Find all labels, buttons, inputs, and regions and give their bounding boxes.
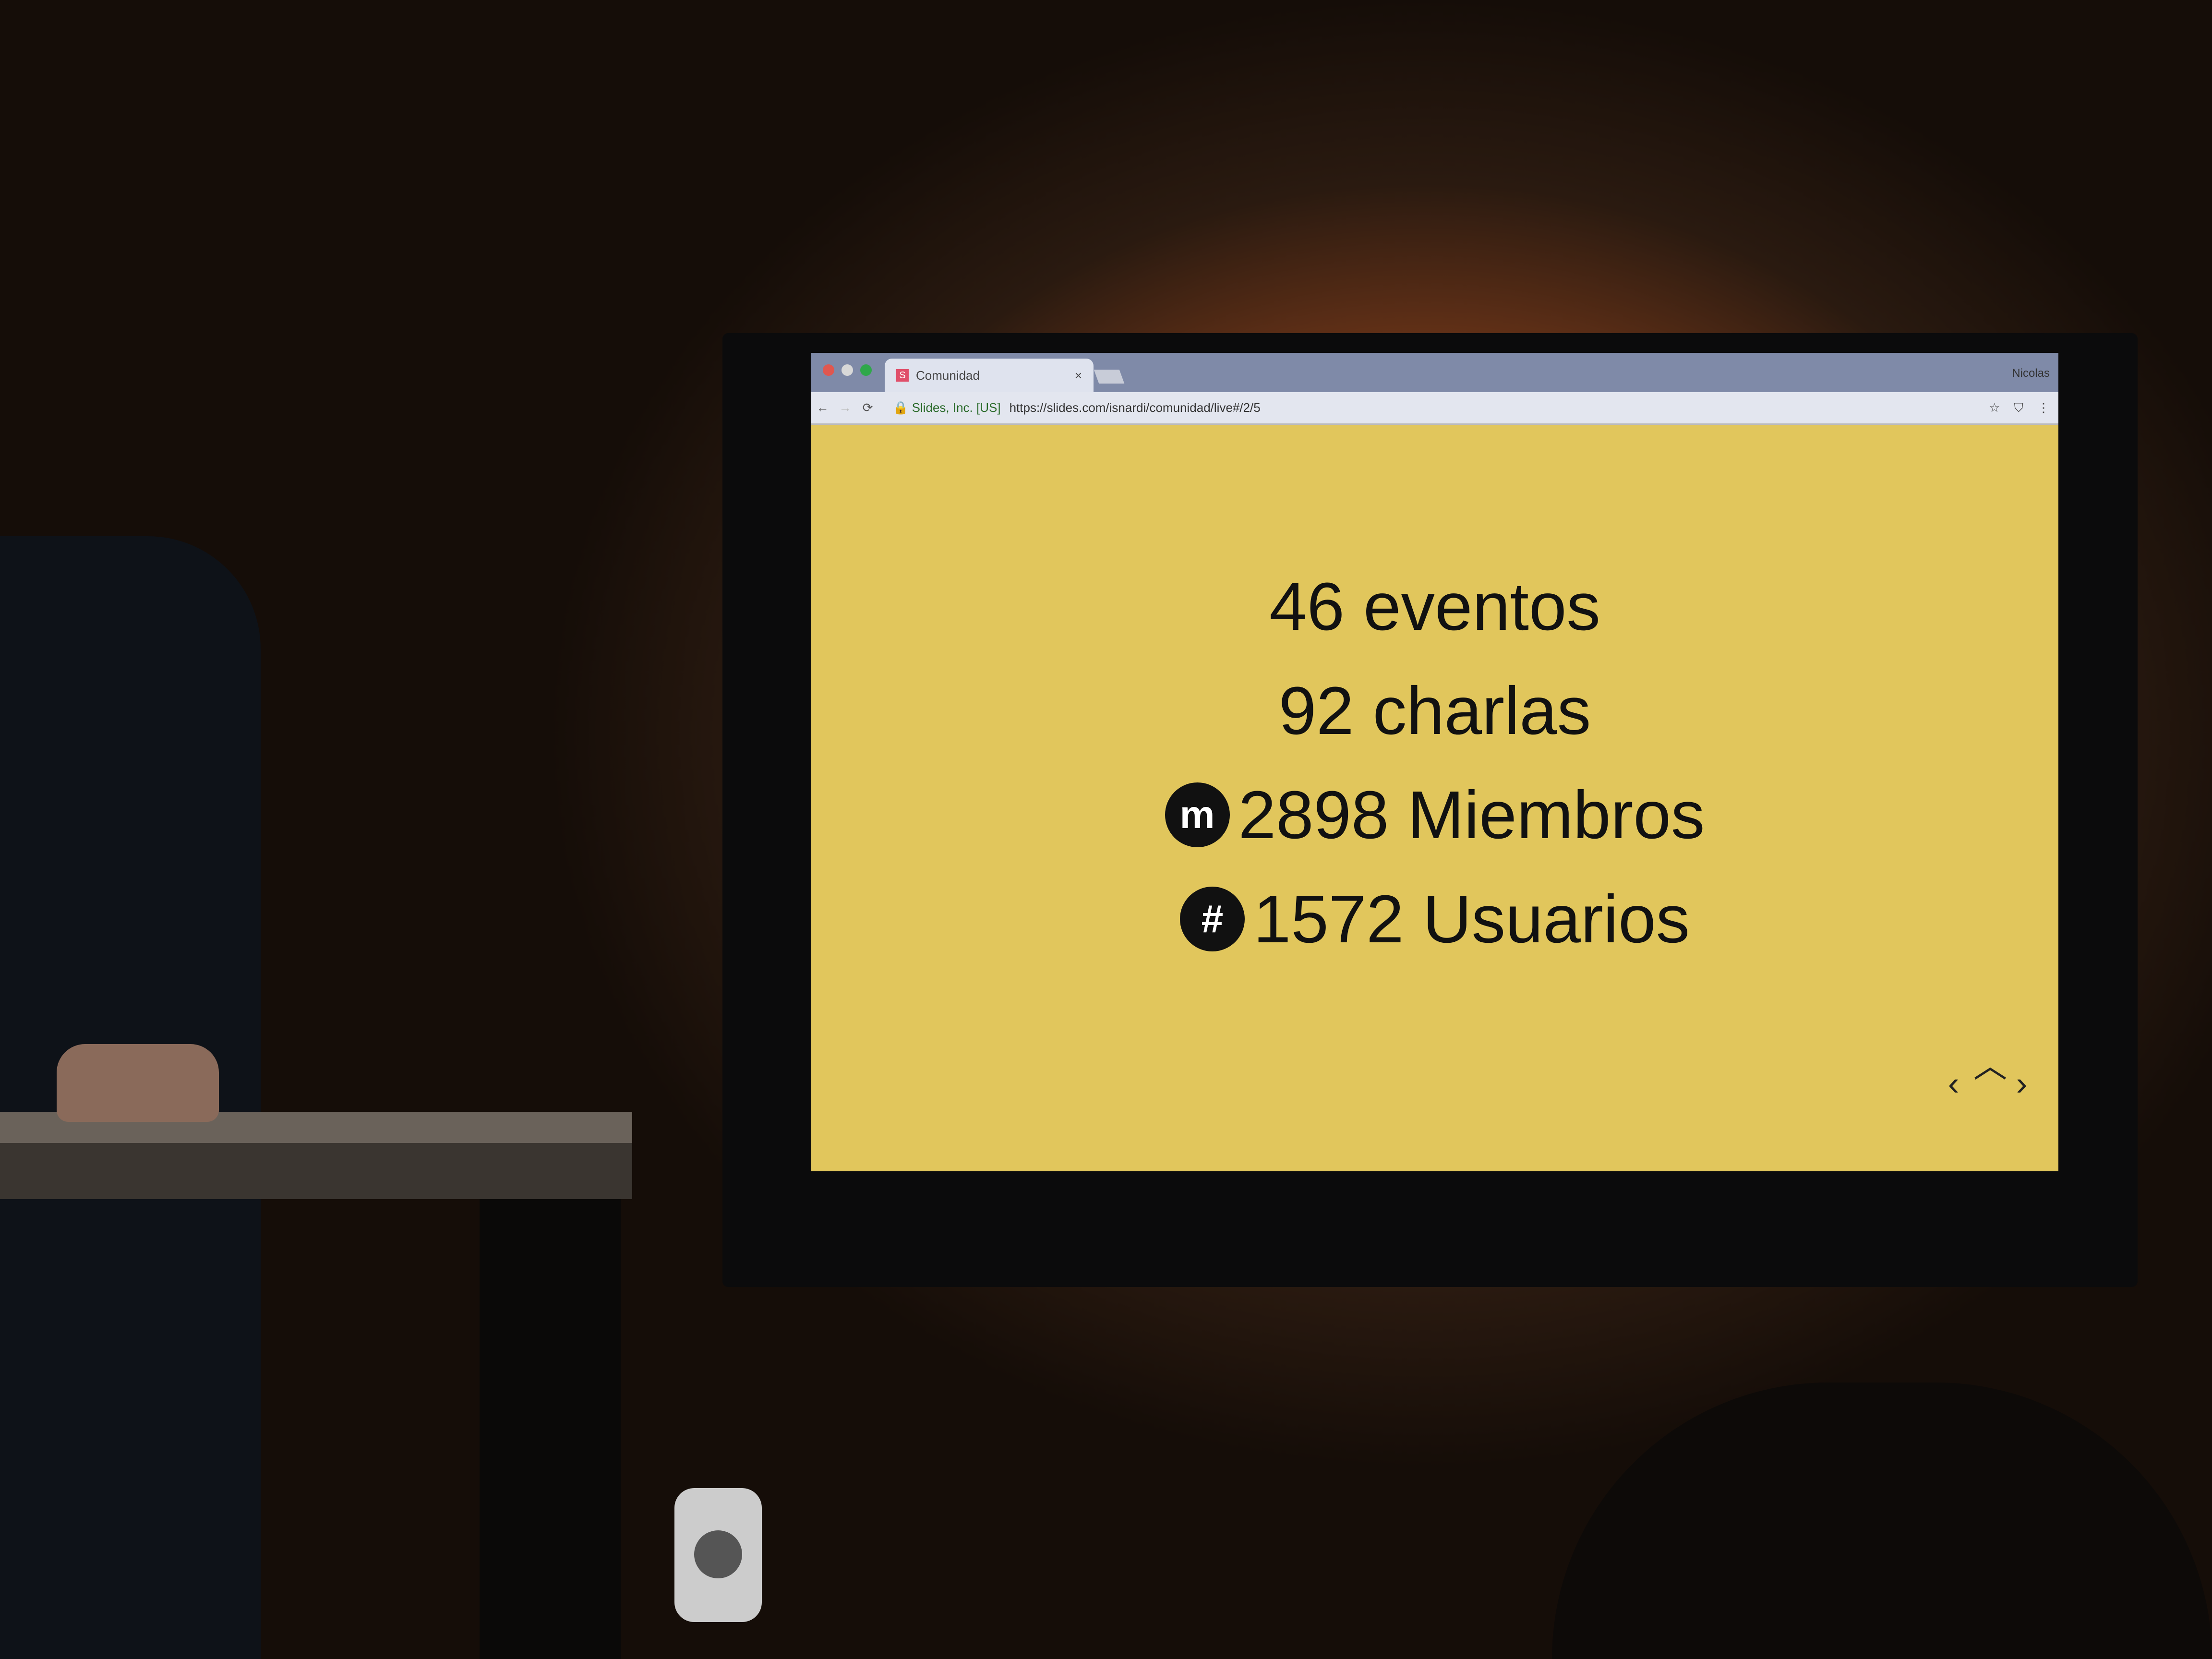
nav-right-icon[interactable]: › (2016, 1064, 2027, 1103)
toolbar-icons: ☆ ⛉ ⋮ (1989, 400, 2050, 416)
back-icon[interactable]: ← (811, 400, 834, 415)
tab-title: Comunidad (916, 368, 980, 383)
profile-name[interactable]: Nicolas (2012, 367, 2050, 380)
meetup-icon: m (1165, 782, 1230, 847)
stat-text: 1572 Usuarios (1253, 881, 1690, 957)
stat-text: 46 eventos (1269, 568, 1600, 644)
slide-content: 46 eventos 92 charlas m 2898 Miembros #15… (811, 425, 2058, 971)
minimize-window-button[interactable] (842, 364, 853, 376)
url-input[interactable]: https://slides.com/isnardi/comunidad/liv… (1010, 400, 1261, 415)
address-toolbar: ← → ⟳ 🔒 Slides, Inc. [US] https://slides… (811, 392, 2058, 425)
reload-icon[interactable]: ⟳ (856, 400, 879, 415)
photo-scene: S Comunidad × Nicolas ← → ⟳ 🔒 Slides, In… (0, 0, 2212, 1659)
speaker (674, 1488, 762, 1622)
browser-window: S Comunidad × Nicolas ← → ⟳ 🔒 Slides, In… (811, 353, 2058, 1171)
close-window-button[interactable] (823, 364, 834, 376)
forward-icon[interactable]: → (834, 400, 856, 415)
security-label: 🔒 Slides, Inc. [US] (893, 400, 1001, 415)
menu-icon[interactable]: ⋮ (2037, 400, 2050, 416)
security-org: Slides, Inc. [US] (912, 400, 1001, 415)
slides-favicon-icon: S (896, 369, 909, 382)
desk-leg (480, 1199, 621, 1659)
audience-head (1552, 1382, 2212, 1659)
stat-charlas: 92 charlas (1279, 659, 1591, 763)
tab-comunidad[interactable]: S Comunidad × (885, 359, 1094, 392)
stat-eventos: 46 eventos (1269, 554, 1600, 659)
stat-usuarios: #1572 Usuarios (1179, 867, 1690, 971)
slack-icon: # (1179, 887, 1245, 951)
tab-close-icon[interactable]: × (1075, 368, 1082, 383)
slide-navigation: ︿ ‹ › (1948, 1047, 2027, 1118)
stat-text: 2898 Miembros (1238, 777, 1705, 853)
window-controls (823, 364, 872, 376)
tab-bar: S Comunidad × Nicolas (811, 353, 2058, 392)
stat-text: 92 charlas (1278, 673, 1591, 748)
nav-up-icon[interactable]: ︿ (1973, 1039, 2007, 1087)
stat-miembros: m 2898 Miembros (1165, 763, 1705, 867)
nav-left-icon[interactable]: ‹ (1948, 1064, 1959, 1103)
maximize-window-button[interactable] (860, 364, 872, 376)
new-tab-button[interactable] (1094, 370, 1125, 384)
presenter-hand (57, 1044, 219, 1122)
bookmark-star-icon[interactable]: ☆ (1989, 400, 2000, 416)
extension-shield-icon[interactable]: ⛉ (2014, 400, 2023, 416)
